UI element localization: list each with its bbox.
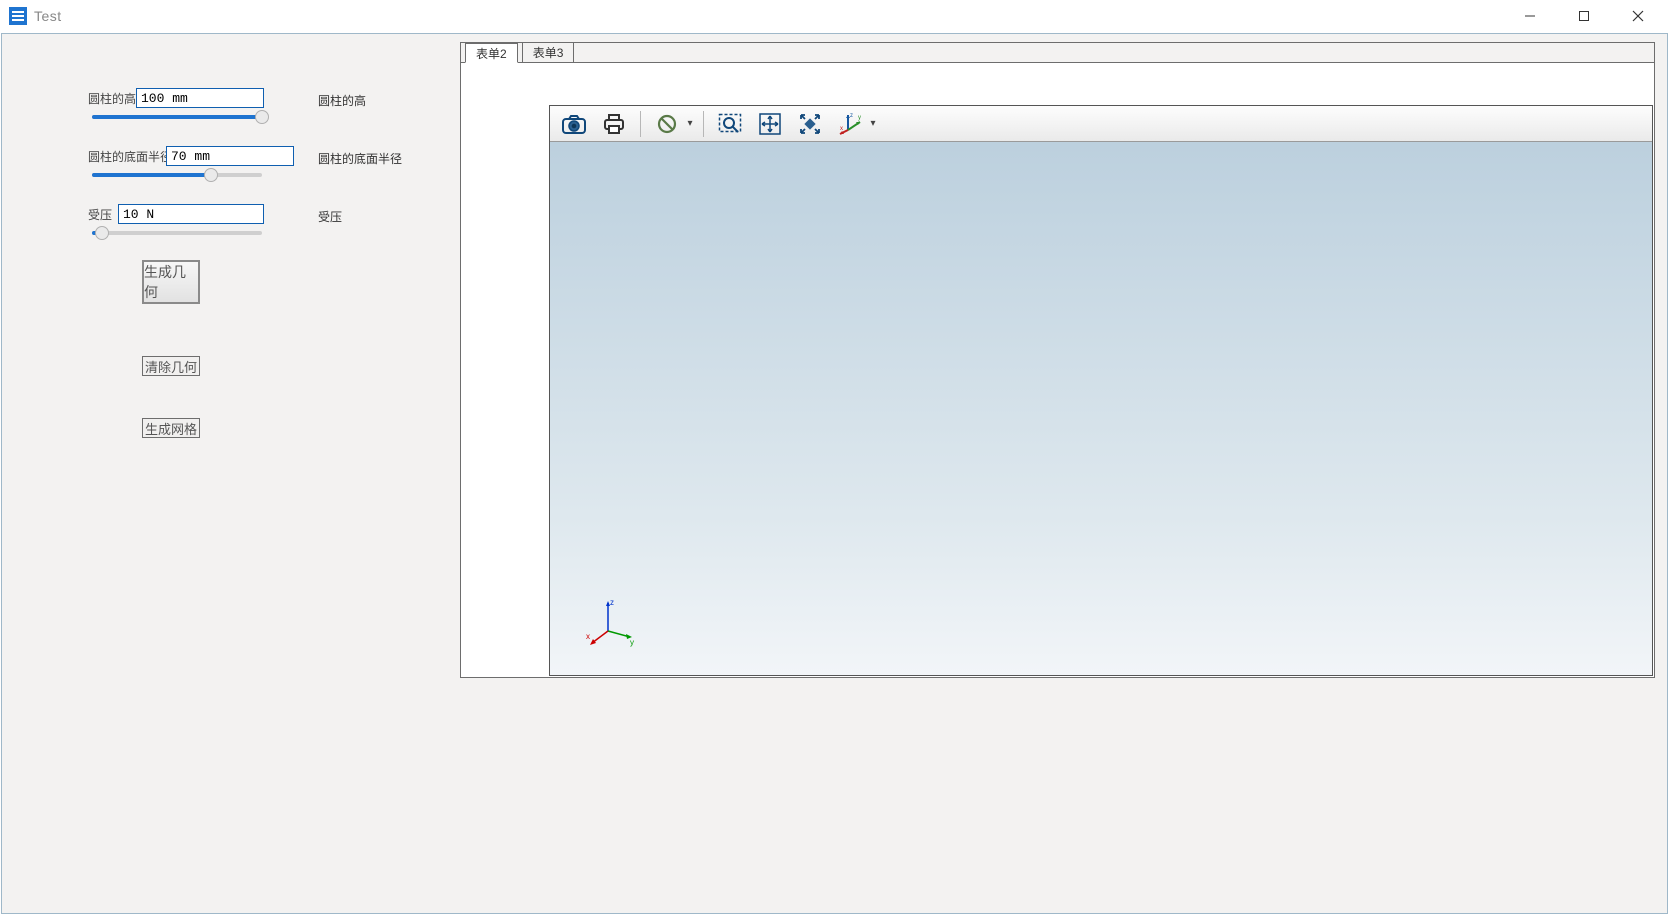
param-pressure-input[interactable]: [118, 204, 264, 224]
param-radius-slider[interactable]: [92, 166, 262, 184]
svg-text:z: z: [850, 113, 853, 119]
param-radius-row: 圆柱的底面半径: [88, 146, 294, 166]
title-bar: Test: [0, 0, 1669, 32]
clear-geometry-button[interactable]: 清除几何: [142, 356, 200, 376]
right-panel: 表单2 表单3 ▾: [460, 42, 1655, 678]
tab-form3-label: 表单3: [533, 46, 564, 60]
axis-gizmo: z y x: [586, 597, 636, 647]
tab-bar: 表单2 表单3: [461, 43, 1654, 63]
axes-icon[interactable]: y z x: [832, 109, 868, 139]
forbid-dropdown[interactable]: ▾: [685, 118, 695, 129]
param-height-rlabel: 圆柱的高: [318, 92, 366, 109]
close-button[interactable]: [1611, 0, 1665, 32]
param-pressure-row: 受压: [88, 204, 264, 224]
pan-icon[interactable]: [752, 109, 788, 139]
tab-form3[interactable]: 表单3: [522, 42, 575, 62]
fit-icon[interactable]: [792, 109, 828, 139]
app-icon: [8, 6, 28, 26]
param-radius-rlabel: 圆柱的底面半径: [318, 150, 402, 167]
clear-geometry-label: 清除几何: [145, 357, 197, 376]
axis-x-label: x: [586, 632, 590, 641]
generate-mesh-button[interactable]: 生成网格: [142, 418, 200, 438]
param-height-row: 圆柱的高: [88, 88, 264, 108]
param-pressure-slider[interactable]: [92, 224, 262, 242]
zoom-select-icon[interactable]: [712, 109, 748, 139]
axis-y-label: y: [630, 638, 634, 647]
param-height-label: 圆柱的高: [88, 90, 136, 107]
left-panel: 圆柱的高 圆柱的高 圆柱的底面半径 圆柱的底面半径 受压 受压 生成几何: [2, 34, 458, 913]
maximize-button[interactable]: [1557, 0, 1611, 32]
axis-z-label: z: [610, 598, 614, 607]
camera-icon[interactable]: [556, 109, 592, 139]
viewer-toolbar: ▾: [550, 106, 1652, 142]
window-title: Test: [34, 8, 62, 24]
param-radius-label: 圆柱的底面半径: [88, 148, 166, 165]
toolbar-divider: [703, 111, 704, 137]
tab-form2[interactable]: 表单2: [465, 43, 518, 63]
generate-mesh-label: 生成网格: [145, 419, 197, 438]
viewer-frame: ▾: [549, 105, 1653, 676]
param-pressure-label: 受压: [88, 206, 118, 223]
param-height-input[interactable]: [136, 88, 264, 108]
viewport-canvas[interactable]: z y x: [550, 142, 1652, 675]
axes-dropdown[interactable]: ▾: [868, 118, 878, 129]
client-area: 圆柱的高 圆柱的高 圆柱的底面半径 圆柱的底面半径 受压 受压 生成几何: [1, 33, 1668, 914]
param-height-slider[interactable]: [92, 108, 262, 126]
forbid-icon[interactable]: [649, 109, 685, 139]
generate-geometry-label: 生成几何: [144, 262, 198, 302]
toolbar-divider: [640, 111, 641, 137]
generate-geometry-button[interactable]: 生成几何: [142, 260, 200, 304]
svg-text:y: y: [858, 115, 861, 121]
svg-text:x: x: [840, 126, 843, 132]
param-pressure-rlabel: 受压: [318, 208, 342, 225]
tab-form2-label: 表单2: [476, 47, 507, 61]
minimize-button[interactable]: [1503, 0, 1557, 32]
viewer-area: ▾: [461, 63, 1654, 677]
print-icon[interactable]: [596, 109, 632, 139]
param-radius-input[interactable]: [166, 146, 294, 166]
